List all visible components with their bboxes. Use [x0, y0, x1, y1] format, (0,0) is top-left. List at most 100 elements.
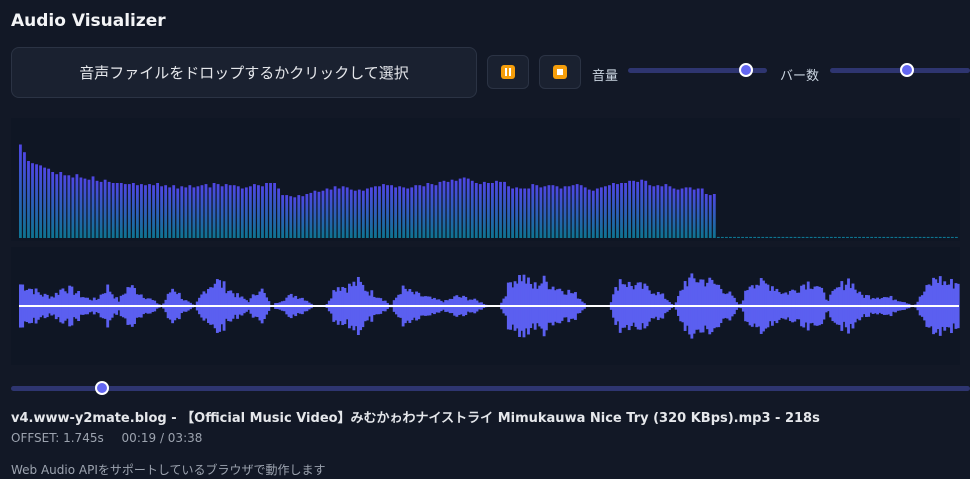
spectrum-bar — [119, 183, 123, 238]
spectrum-bar — [583, 187, 587, 238]
spectrum-bar — [261, 186, 264, 238]
spectrum-bar — [809, 236, 813, 238]
spectrum-bar — [950, 236, 954, 238]
spectrum-bar — [224, 184, 228, 238]
spectrum-bar — [313, 190, 317, 238]
spectrum-bar — [616, 184, 619, 238]
spectrum-bar — [894, 236, 898, 238]
spectrum-bar — [91, 176, 95, 238]
spectrum-bar — [624, 183, 627, 238]
spectrum-bar — [458, 178, 462, 238]
spectrum-bar — [422, 186, 426, 238]
spectrum-bar — [785, 236, 789, 238]
spectrum-bar — [414, 185, 418, 238]
spectrum-bar — [559, 188, 563, 238]
spectrum-bar — [603, 186, 607, 238]
spectrum-bar — [369, 187, 373, 238]
spectrum-bar — [753, 236, 757, 238]
spectrum-bar — [539, 187, 543, 238]
spectrum-bar — [192, 187, 196, 238]
spectrum-bar — [111, 183, 115, 238]
volume-label: 音量 — [592, 69, 619, 84]
spectrum-bar — [842, 236, 845, 238]
spectrum-bar — [684, 187, 688, 238]
dropzone-label: 音声ファイルをドロップするかクリックして選択 — [79, 64, 409, 82]
spectrum-bar — [309, 192, 313, 238]
spectrum-bar — [329, 189, 333, 238]
spectrum-bar — [95, 180, 99, 238]
spectrum-bar — [866, 236, 870, 238]
spectrum-bar — [660, 186, 664, 238]
spectrum-bar — [805, 236, 809, 238]
spectrum-bar — [410, 187, 414, 238]
bar-count-slider[interactable] — [830, 63, 970, 77]
spectrum-bar — [265, 183, 268, 238]
spectrum-bar — [406, 188, 410, 238]
spectrum-bar — [23, 152, 26, 238]
pause-button[interactable] — [487, 55, 529, 89]
spectrum-bar — [813, 236, 817, 238]
spectrum-bar — [696, 188, 700, 238]
spectrum-bar — [938, 236, 942, 238]
offset-readout: OFFSET: 1.745s — [11, 431, 104, 445]
spectrum-bar — [640, 179, 644, 238]
spectrum-bar — [906, 236, 910, 238]
spectrum-bar — [918, 236, 922, 238]
spectrum-bar — [797, 236, 801, 238]
spectrum-bar — [188, 185, 192, 238]
spectrum-bar — [51, 172, 55, 238]
seek-slider[interactable] — [11, 381, 970, 395]
spectrum-bar — [886, 236, 890, 238]
spectrum-bar — [608, 185, 611, 238]
spectrum-bar — [301, 196, 305, 238]
spectrum-bar — [43, 167, 47, 238]
spectrum-bar — [922, 236, 926, 238]
spectrum-bar — [668, 186, 672, 238]
spectrum-bar — [31, 163, 34, 238]
spectrum-bar — [773, 236, 777, 238]
spectrum-bar — [450, 179, 454, 238]
spectrum-bar — [870, 236, 874, 238]
spectrum-bar — [236, 186, 240, 238]
spectrum-bar — [535, 185, 539, 238]
spectrum-bar — [587, 189, 591, 238]
spectrum-bar — [345, 187, 349, 238]
spectrum-bar — [700, 188, 704, 238]
volume-slider-thumb[interactable] — [739, 63, 754, 77]
spectrum-bar — [71, 177, 75, 238]
spectrum-bar — [115, 183, 119, 238]
spectrum-bar — [67, 175, 71, 238]
spectrum-bar — [144, 185, 147, 238]
spectrum-bar — [168, 187, 172, 238]
spectrum-bar — [664, 184, 668, 238]
spectrum-bar — [515, 187, 519, 238]
spectrum-bar — [75, 174, 79, 238]
spectrum-bar — [438, 181, 442, 238]
spectrum-bar — [850, 236, 853, 238]
spectrum-bar — [725, 236, 728, 238]
volume-slider[interactable] — [628, 63, 767, 77]
spectrum-bar — [333, 186, 337, 238]
file-dropzone[interactable]: 音声ファイルをドロップするかクリックして選択 — [11, 47, 477, 98]
spectrum-bar — [547, 185, 551, 238]
spectrum-bar — [656, 185, 660, 238]
seek-slider-thumb[interactable] — [95, 381, 110, 395]
spectrum-bar — [374, 186, 377, 238]
spectrum-bar — [914, 236, 918, 238]
spectrum-bar — [825, 236, 829, 238]
seek-slider-track — [11, 386, 970, 391]
spectrum-bar — [394, 187, 398, 238]
spectrum-bar — [434, 185, 438, 238]
spectrum-bar — [620, 183, 623, 238]
spectrum-bar — [902, 236, 906, 238]
spectrum-bar — [200, 185, 204, 238]
stop-button[interactable] — [539, 55, 581, 89]
spectrum-bar — [59, 172, 63, 238]
spectrum-bar — [442, 180, 446, 238]
bar-count-slider-thumb[interactable] — [900, 63, 914, 77]
waveform-panel — [11, 247, 960, 365]
spectrum-bar — [470, 180, 474, 238]
spectrum-bar — [39, 165, 42, 238]
spectrum-bar — [357, 189, 361, 238]
spectrum-bar — [628, 180, 631, 238]
